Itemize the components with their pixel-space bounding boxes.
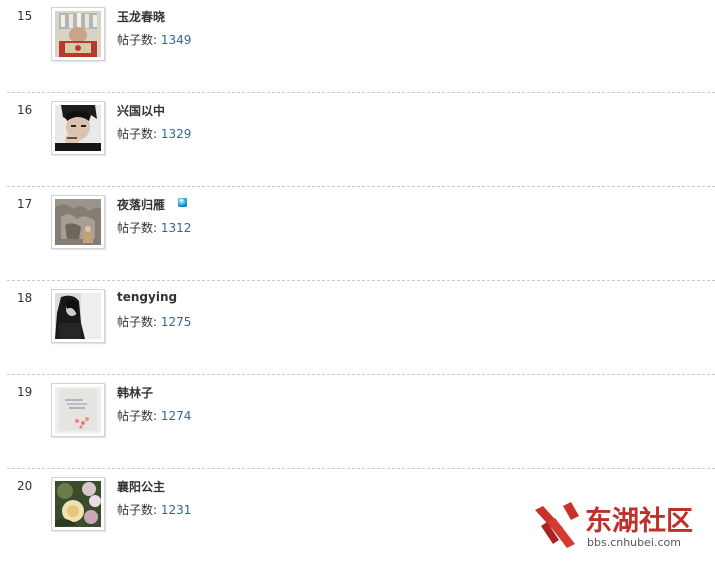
avatar-image [55,199,101,245]
row-divider [7,280,715,281]
username-link[interactable]: 韩林子 [117,384,153,401]
row-divider [7,468,715,469]
post-count-label: 帖子数: [117,409,158,423]
username-link[interactable]: tengying [117,290,177,304]
row-divider [7,374,715,375]
rank-number: 17 [17,197,33,211]
post-count: 帖子数: 1349 [117,31,191,48]
post-count-label: 帖子数: [117,33,158,47]
avatar-image [55,293,101,339]
member-ranking-list: 15 玉龙春晓 帖子数: 1349 16 兴国以中 帖子数: 1329 17 夜… [0,0,715,564]
rank-number: 15 [17,9,33,23]
username-link[interactable]: 玉龙春晓 [117,8,165,25]
post-count-label: 帖子数: [117,503,158,517]
brand-logo-icon [535,502,579,548]
post-count-value[interactable]: 1312 [161,221,192,235]
avatar[interactable] [51,195,105,249]
rank-number: 19 [17,385,33,399]
post-count: 帖子数: 1274 [117,407,191,424]
site-watermark: 东湖社区 bbs.cnhubei.com [533,498,711,554]
brand-title: 东湖社区 [585,506,693,537]
list-item: 16 兴国以中 帖子数: 1329 [0,94,715,188]
avatar-image [55,481,101,527]
brand-url: bbs.cnhubei.com [587,536,681,549]
post-count-value[interactable]: 1275 [161,315,192,329]
post-count-label: 帖子数: [117,221,158,235]
post-count: 帖子数: 1329 [117,125,191,142]
post-count-label: 帖子数: [117,127,158,141]
post-count: 帖子数: 1275 [117,313,191,330]
post-count-value[interactable]: 1231 [161,503,192,517]
online-status-icon [178,198,187,207]
list-item: 18 tengying 帖子数: 1275 [0,282,715,376]
username-link[interactable]: 襄阳公主 [117,478,165,495]
avatar[interactable] [51,383,105,437]
post-count-value[interactable]: 1329 [161,127,192,141]
username-link[interactable]: 夜落归雁 [117,196,165,213]
username-link[interactable]: 兴国以中 [117,102,165,119]
avatar[interactable] [51,7,105,61]
list-item: 15 玉龙春晓 帖子数: 1349 [0,0,715,94]
avatar-image [55,105,101,151]
post-count-value[interactable]: 1349 [161,33,192,47]
list-item: 17 夜落归雁 帖子数: 1312 [0,188,715,282]
post-count: 帖子数: 1231 [117,501,191,518]
rank-number: 16 [17,103,33,117]
rank-number: 20 [17,479,33,493]
avatar[interactable] [51,477,105,531]
avatar-image [55,11,101,57]
list-item: 19 韩林子 帖子数: 1274 [0,376,715,470]
avatar-image [55,387,101,433]
avatar[interactable] [51,101,105,155]
row-divider [7,92,715,93]
post-count-value[interactable]: 1274 [161,409,192,423]
row-divider [7,186,715,187]
rank-number: 18 [17,291,33,305]
post-count: 帖子数: 1312 [117,219,191,236]
avatar[interactable] [51,289,105,343]
post-count-label: 帖子数: [117,315,158,329]
